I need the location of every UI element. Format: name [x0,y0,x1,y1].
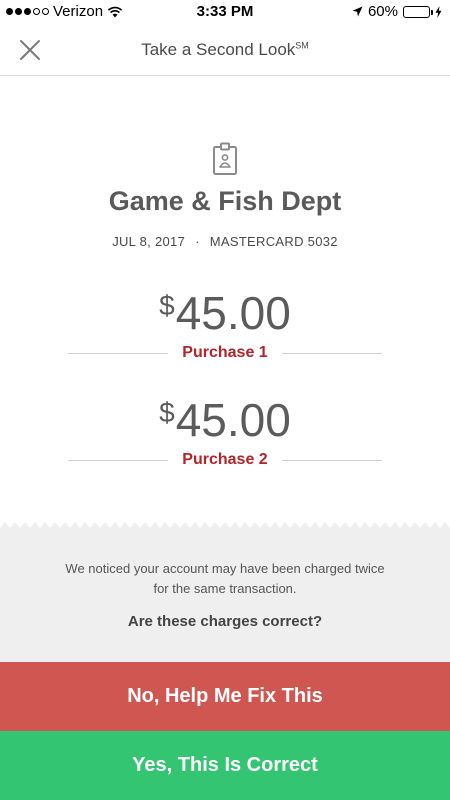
battery-icon [403,5,433,18]
purchase-label: Purchase 2 [182,451,268,468]
receipt-badge-icon [213,142,237,175]
transaction-meta: JUL 8, 2017 · MASTERCARD 5032 [0,234,450,249]
location-arrow-icon [352,6,363,17]
transaction-receipt: Game & Fish Dept JUL 8, 2017 · MASTERCARD … [0,76,450,528]
confirmation-question: Are these charges correct? [127,613,323,630]
duplicate-charge-notice: We noticed your account may have been ch… [65,561,385,596]
charge-amount: $45.00 [0,280,450,339]
divider-line [282,353,382,354]
transaction-date: JUL 8, 2017 [112,234,186,249]
meta-separator: · [195,234,200,249]
amount-value: 45.00 [175,394,291,446]
currency-symbol: $ [159,397,175,428]
confirm-correct-button[interactable]: Yes, This Is Correct [0,731,450,800]
info-panel: We noticed your account may have been ch… [0,533,450,662]
page-title-text: Take a Second Look [141,40,296,59]
charge-amount: $45.00 [0,387,450,446]
page-title: Take a Second LookSM [0,40,450,60]
divider-line [282,460,382,461]
charging-bolt-icon [435,5,442,18]
help-fix-button[interactable]: No, Help Me Fix This [0,662,450,731]
merchant-name: Game & Fish Dept [108,186,342,216]
status-bar: Verizon 3:33 PM 60% [0,0,450,24]
currency-symbol: $ [159,290,175,321]
service-mark: SM [295,40,309,51]
status-right: 60% [352,3,442,20]
charge-label-row: Purchase 1 [0,343,450,365]
charge-item-1: $45.00 Purchase 1 [0,280,450,365]
torn-edge [0,522,450,534]
battery-percent: 60% [367,3,398,20]
card-info: MASTERCARD 5032 [209,234,338,249]
charge-item-2: $45.00 Purchase 2 [0,387,450,472]
nav-bar: Take a Second LookSM [0,24,450,76]
amount-value: 45.00 [175,287,291,339]
charge-label-row: Purchase 2 [0,450,450,472]
purchase-label: Purchase 1 [182,344,268,361]
